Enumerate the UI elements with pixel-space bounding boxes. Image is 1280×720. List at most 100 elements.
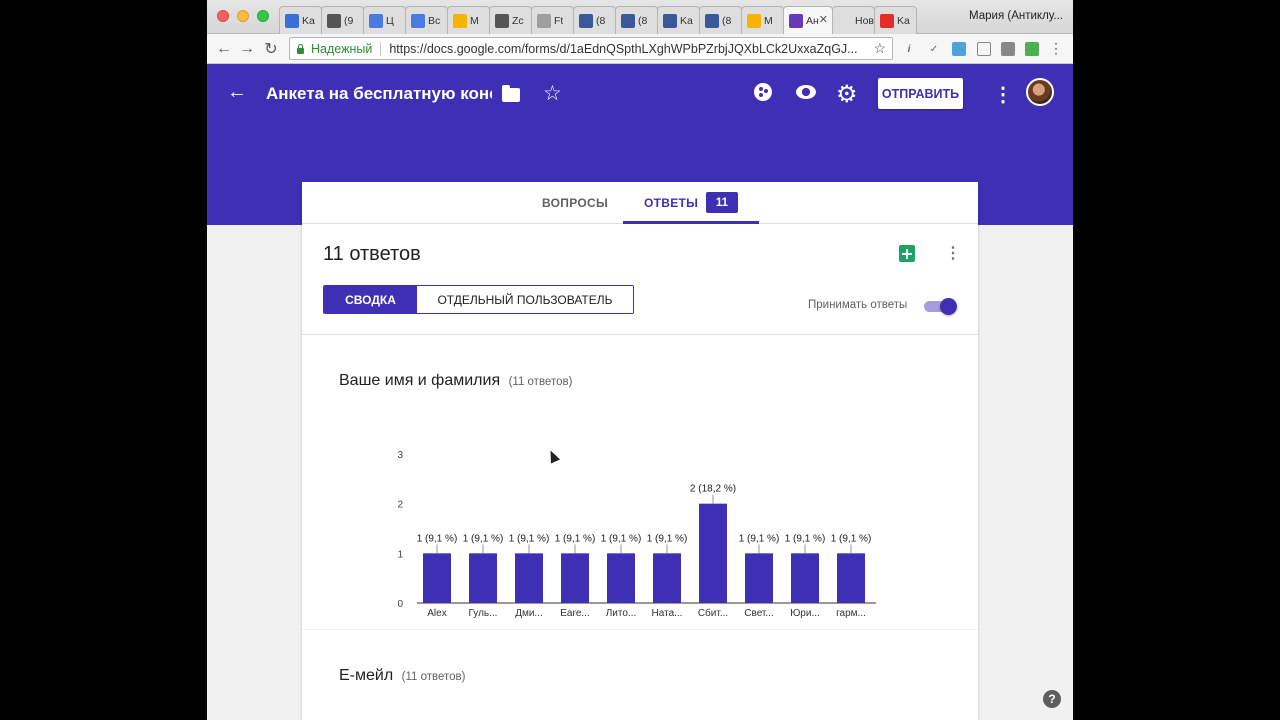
forward-nav-icon[interactable]: → (236, 38, 258, 60)
responses-card: ВОПРОСЫ ОТВЕТЫ 11 11 ответов ⋮ СВОДКА ОТ… (302, 182, 978, 720)
preview-eye-icon[interactable] (796, 85, 816, 99)
bookmark-star-icon[interactable]: ☆ (873, 40, 886, 57)
question-response-count: (11 ответов) (401, 671, 466, 683)
browser-tab[interactable]: Bc (405, 6, 448, 34)
data-label: 1 (9,1 %) (417, 533, 458, 544)
url-text[interactable]: https://docs.google.com/forms/d/1aEdnQSp… (389, 42, 873, 56)
extension-blue-icon[interactable] (952, 42, 966, 56)
browser-tab[interactable]: Ka (874, 6, 917, 34)
category-label: Дми... (515, 608, 543, 619)
browser-tab-label: M (764, 14, 773, 27)
window-maximize-button[interactable] (257, 10, 269, 22)
category-label: Сбит... (698, 607, 728, 619)
view-toggle: СВОДКА ОТДЕЛЬНЫЙ ПОЛЬЗОВАТЕЛЬ (323, 285, 634, 314)
back-arrow-icon[interactable]: ← (227, 81, 247, 104)
browser-tab[interactable]: M (741, 6, 784, 34)
bar (745, 553, 773, 603)
send-button[interactable]: ОТПРАВИТЬ (878, 78, 963, 109)
category-label: гарм... (836, 608, 866, 619)
y-tick-label: 0 (397, 599, 403, 610)
extension-i-icon[interactable]: i (902, 42, 916, 56)
accept-responses-label: Принимать ответы (808, 299, 908, 311)
browser-tab[interactable]: Новая (832, 6, 875, 34)
data-label: 1 (9,1 %) (739, 533, 780, 544)
summary-view-button[interactable]: СВОДКА (324, 286, 417, 313)
browser-tab-label: Новая (855, 14, 874, 27)
gear-icon[interactable]: ⚙ (836, 80, 858, 109)
question-summary-name: Ваше имя и фамилия (11 ответов) 01231 (9… (302, 336, 978, 630)
browser-tab-label: Ka (897, 14, 910, 27)
browser-tab-label: Ka (302, 14, 315, 27)
extension-video-icon[interactable] (1001, 42, 1015, 56)
facebook-icon (579, 13, 593, 28)
question-title: Е-мейл (11 ответов) (339, 667, 465, 685)
window-minimize-button[interactable] (237, 10, 249, 22)
summary-header: 11 ответов ⋮ СВОДКА ОТДЕЛЬНЫЙ ПОЛЬЗОВАТЕ… (302, 225, 978, 335)
browser-tab[interactable]: (8 (573, 6, 616, 34)
browser-tab[interactable]: (9 (321, 6, 364, 34)
form-title[interactable]: Анкета на бесплатную конс (266, 84, 492, 104)
browser-tab-label: (9 (344, 14, 354, 27)
browser-tab[interactable]: Ц (363, 6, 406, 34)
tab-close-icon[interactable]: ✕ (819, 13, 828, 26)
browser-tab[interactable]: M (447, 6, 490, 34)
browser-tab[interactable]: Zc (489, 6, 532, 34)
bar-chart: 0 1 2 3 1 (9,1 %) Alex 1 (9,1 %) Гуль... 1 (9,1 … (397, 450, 876, 619)
browser-tab[interactable]: Ka (657, 6, 700, 34)
extension-check-icon[interactable]: ✓ (927, 42, 941, 56)
category-label: Eare... (560, 608, 589, 619)
individual-view-button[interactable]: ОТДЕЛЬНЫЙ ПОЛЬЗОВАТЕЛЬ (417, 286, 633, 313)
drive-icon (747, 13, 761, 28)
browser-tab-label: Bc (428, 14, 441, 27)
browser-tab-label: Ft (554, 14, 564, 27)
folder-icon[interactable] (502, 85, 520, 102)
extension-code-icon[interactable] (977, 42, 991, 56)
secure-label: Надежный (311, 41, 382, 56)
tab-questions[interactable]: ВОПРОСЫ (542, 196, 608, 210)
bar (515, 553, 543, 603)
tab-responses[interactable]: ОТВЕТЫ (644, 196, 698, 210)
more-vert-icon[interactable]: ⋮ (945, 243, 961, 263)
more-vert-icon[interactable]: ⋮ (993, 82, 1013, 107)
sheets-icon[interactable] (899, 245, 915, 262)
category-label: Alex (427, 608, 446, 619)
accept-responses-toggle[interactable] (924, 298, 958, 315)
lock-icon (296, 43, 305, 54)
help-icon[interactable]: ? (1043, 690, 1061, 708)
bar (699, 503, 727, 603)
browser-toolbar: ← → ↻ Надежный https://docs.google.com/f… (207, 34, 1073, 64)
browser-tab[interactable]: Ft (531, 6, 574, 34)
none (838, 13, 852, 28)
bar (423, 553, 451, 603)
window-icon (495, 13, 509, 28)
browser-tab-label: Ц (386, 14, 394, 27)
docs-icon (369, 13, 383, 28)
y-tick-label: 3 (397, 450, 403, 461)
browser-tab[interactable]: Ka (279, 6, 322, 34)
back-nav-icon[interactable]: ← (213, 38, 235, 60)
reload-icon[interactable]: ↻ (260, 38, 282, 60)
palette-icon[interactable] (754, 83, 772, 101)
data-label: 1 (9,1 %) (509, 533, 550, 544)
browser-tab[interactable]: Ан ✕ (783, 6, 833, 34)
data-label: 1 (9,1 %) (785, 533, 826, 544)
window-close-button[interactable] (217, 10, 229, 22)
avatar[interactable] (1026, 78, 1054, 106)
extension-green-icon[interactable] (1025, 42, 1039, 56)
active-tab-indicator (623, 221, 759, 224)
facebook-icon (621, 13, 635, 28)
category-label: Лито... (606, 608, 637, 619)
browser-menu-icon[interactable]: ⋮ (1049, 40, 1063, 57)
responses-count-badge: 11 (706, 192, 738, 213)
star-icon[interactable]: ☆ (543, 81, 562, 106)
data-label: 1 (9,1 %) (601, 533, 642, 544)
profile-button[interactable]: Мария (Антиклу... (969, 10, 1063, 22)
address-bar[interactable]: Надежный https://docs.google.com/forms/d… (289, 37, 893, 60)
data-label: 2 (18,2 %) (690, 484, 736, 495)
browser-tab[interactable]: (8 (615, 6, 658, 34)
bar (653, 553, 681, 603)
browser-tab[interactable]: (8 (699, 6, 742, 34)
browser-tab-label: M (470, 14, 479, 27)
bar (791, 553, 819, 603)
category-label: Гуль... (469, 608, 498, 619)
